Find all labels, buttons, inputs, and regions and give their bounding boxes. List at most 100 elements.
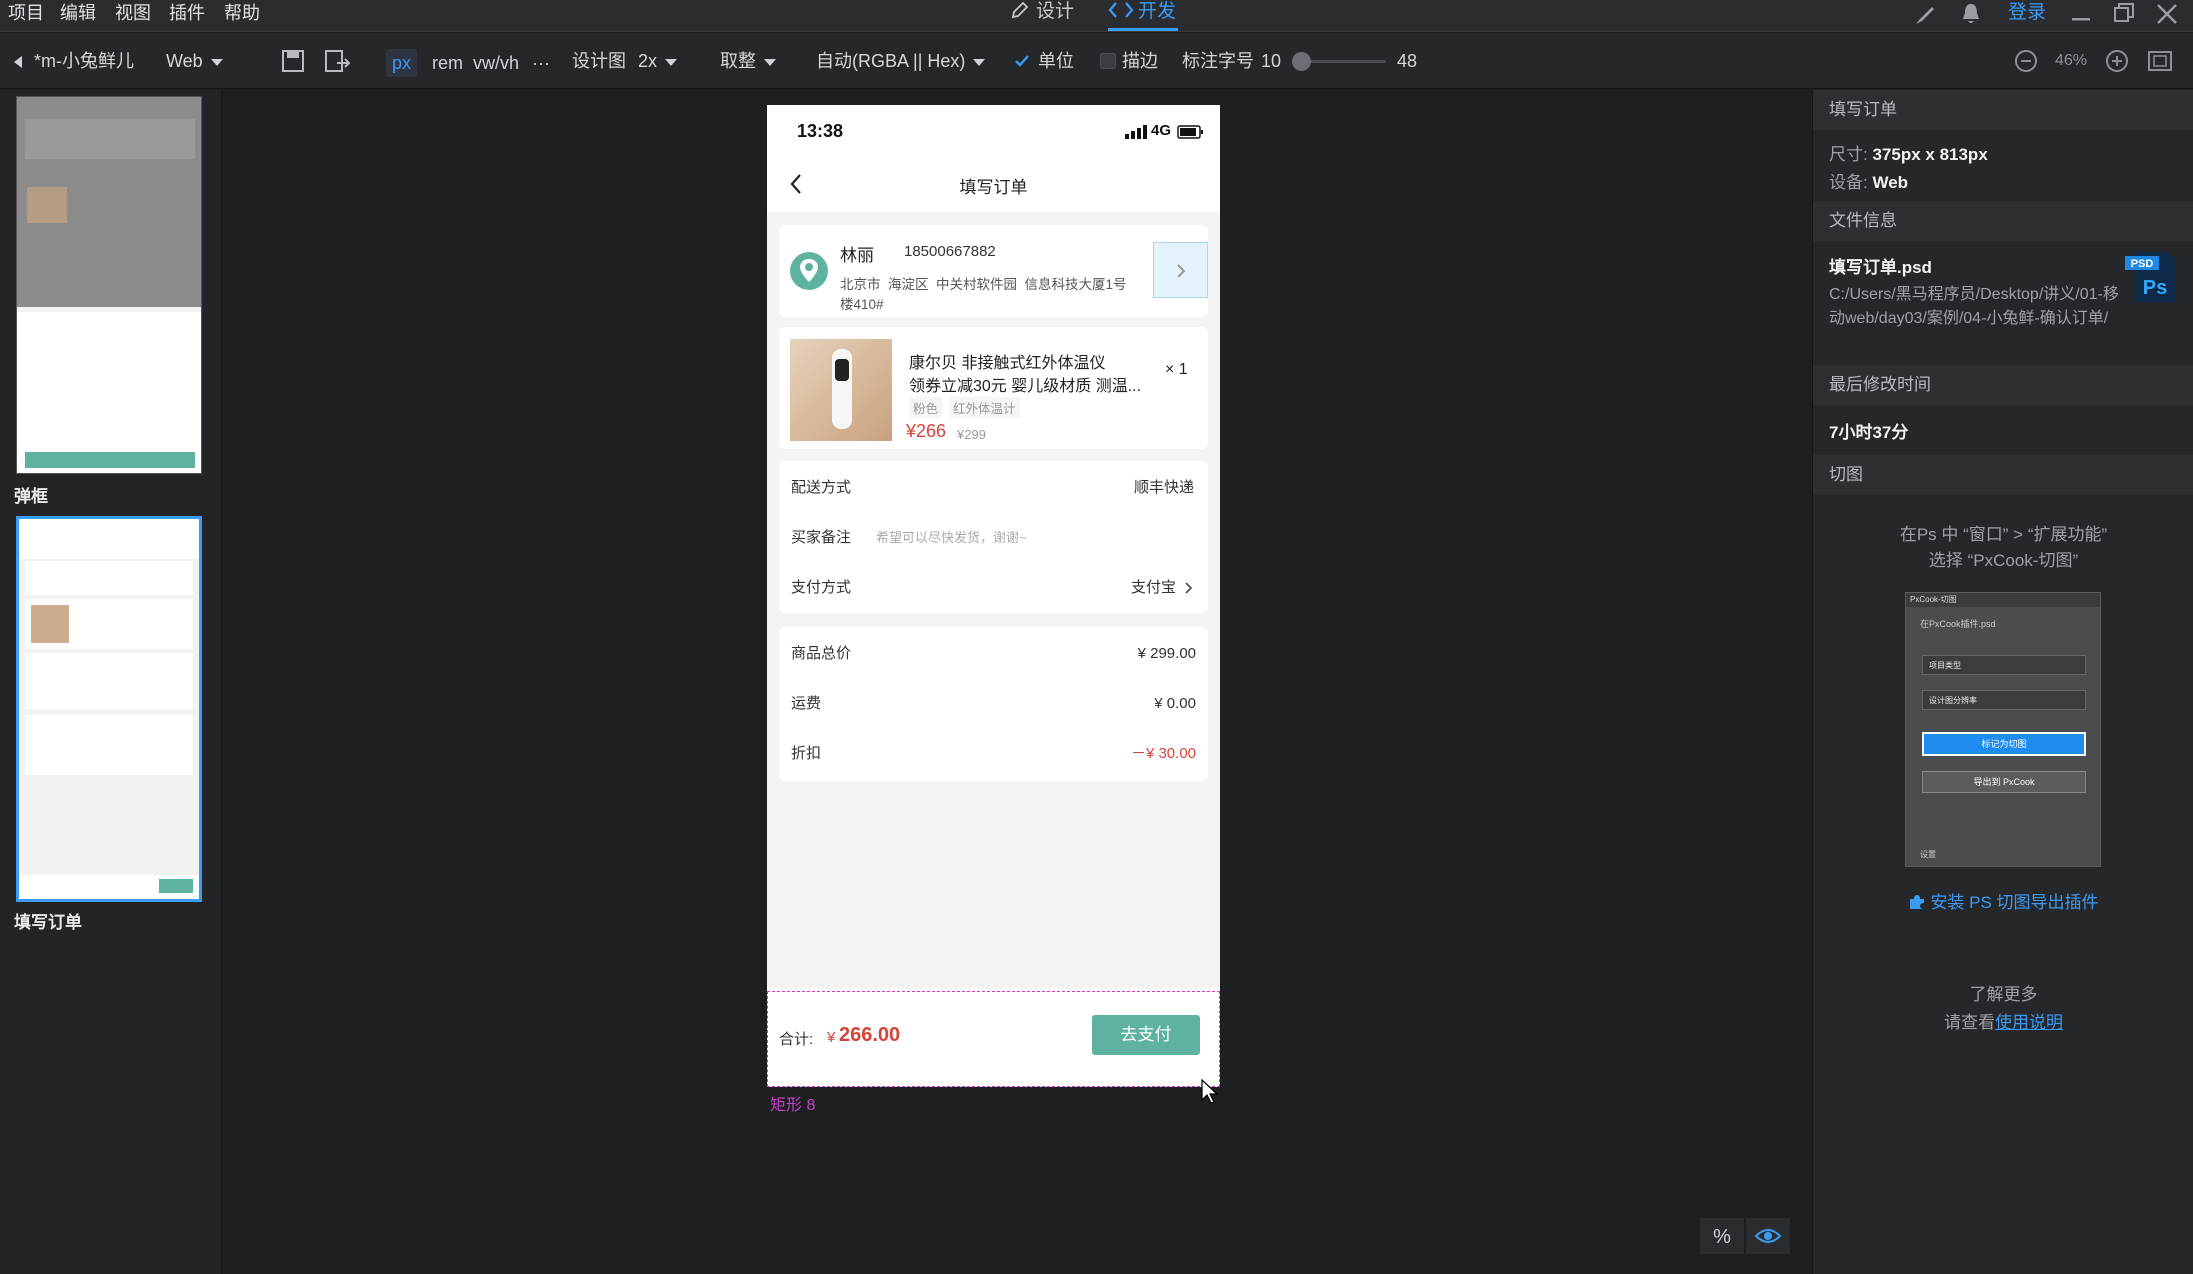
unit-rem[interactable]: rem	[426, 49, 469, 77]
bell-icon[interactable]	[1960, 2, 1982, 26]
project-name[interactable]: *m-小兔鲜儿	[34, 33, 134, 89]
restore-icon[interactable]	[2112, 2, 2136, 24]
chevron-right-icon	[1185, 582, 1193, 594]
address-arrow-button[interactable]	[1153, 242, 1208, 298]
zoom-out-icon[interactable]	[2013, 48, 2039, 74]
address-phone: 18500667882	[904, 243, 996, 260]
options-card: 配送方式 顺丰快递 买家备注 希望可以尽快发货，谢谢~ 支付方式 支付宝	[779, 461, 1208, 613]
freight-row: 运费 ¥ 0.00	[791, 679, 1196, 729]
battery-icon	[1177, 125, 1203, 139]
thumb-product-image	[27, 187, 67, 223]
product-original-price: ¥299	[957, 427, 986, 442]
color-format-select[interactable]: 自动(RGBA || Hex)	[816, 33, 986, 89]
svg-text:Ps: Ps	[2143, 277, 2167, 299]
eye-icon[interactable]	[1746, 1218, 1790, 1254]
phone-artboard[interactable]: 13:38 4G 填写订单 林丽 18500667882 北京市 海淀区 中关村…	[767, 105, 1220, 1087]
menu-item-help[interactable]: 帮助	[224, 0, 260, 32]
percent-icon[interactable]: %	[1700, 1218, 1744, 1254]
status-time: 13:38	[797, 121, 844, 141]
minimize-icon[interactable]	[2070, 4, 2092, 24]
see-label: 请查看	[1944, 1013, 1995, 1032]
menu-item-edit[interactable]: 编辑	[60, 0, 96, 32]
tab-design[interactable]: 设计	[1010, 0, 1074, 32]
collapse-left-icon[interactable]	[12, 55, 24, 69]
menu-item-view[interactable]: 视图	[115, 0, 151, 32]
install-plugin-link[interactable]: 安装 PS 切图导出插件	[1813, 888, 2193, 913]
shipping-row[interactable]: 配送方式 顺丰快递	[791, 463, 1196, 513]
export-icon[interactable]	[323, 48, 351, 74]
rounding-select[interactable]: 取整	[720, 33, 776, 89]
login-link[interactable]: 登录	[2008, 0, 2046, 26]
remark-input[interactable]: 希望可以尽快发货，谢谢~	[876, 513, 1027, 563]
plugin-preview-mark-button: 标记为切图	[1922, 732, 2086, 756]
status-bar: 13:38 4G	[767, 105, 1220, 155]
nav-title: 填写订单	[959, 178, 1028, 197]
nav-bar: 填写订单	[767, 155, 1220, 212]
artboard-thumbnail-order[interactable]	[16, 516, 202, 902]
address-card[interactable]: 林丽 18500667882 北京市 海淀区 中关村软件园 信息科技大厦1号 楼…	[779, 225, 1208, 317]
zoom-in-icon[interactable]	[2104, 48, 2130, 74]
menu-item-project[interactable]: 项目	[8, 0, 44, 32]
selected-layer-name: 矩形 8	[770, 1097, 816, 1114]
shipping-label: 配送方式	[791, 479, 852, 496]
platform-value: Web	[166, 51, 203, 71]
product-image	[790, 339, 892, 441]
platform-select[interactable]: Web	[166, 33, 223, 89]
discount-value: －¥ 30.00	[1130, 745, 1196, 762]
thumb-product-image	[31, 605, 69, 643]
modified-header: 最后修改时间	[1813, 365, 2193, 405]
plugin-preview-title: PxCook-切图	[1910, 595, 1957, 604]
close-icon[interactable]	[2155, 2, 2179, 26]
product-card[interactable]: 康尔贝 非接触式红外体温仪 领券立减30元 婴儿级材质 测温... 粉色 红外体…	[779, 327, 1208, 449]
signal-icon	[1125, 125, 1147, 139]
unit-px[interactable]: px	[386, 49, 418, 77]
size-label: 尺寸:	[1829, 145, 1868, 164]
payment-row[interactable]: 支付方式 支付宝	[791, 563, 1196, 613]
file-name-value: 填写订单.psd	[1829, 258, 1932, 277]
usage-line: 请查看使用说明	[1813, 1008, 2193, 1033]
shipping-value: 顺丰快递	[1133, 479, 1194, 496]
design-scale-value: 2x	[638, 51, 658, 71]
artboard-label-order[interactable]: 填写订单	[14, 908, 82, 933]
design-scale-select[interactable]: 2x	[638, 33, 678, 89]
fit-screen-icon[interactable]	[2147, 48, 2173, 74]
file-info-header: 文件信息	[1813, 201, 2193, 241]
usage-link[interactable]: 使用说明	[1995, 1013, 2063, 1032]
svg-text:%: %	[1713, 1226, 1731, 1248]
font-size-max: 48	[1397, 51, 1418, 71]
unit-vw-vh[interactable]: vw/vh	[467, 49, 525, 77]
size-value: 375px x 813px	[1872, 145, 1988, 164]
product-tag: 红外体温计	[949, 397, 1020, 418]
learn-more-text: 了解更多	[1969, 985, 2038, 1004]
unit-checkbox[interactable]	[1014, 53, 1030, 69]
more-units-button[interactable]: ···	[526, 49, 556, 77]
design-label: 设计图	[572, 51, 626, 71]
summary-card: 商品总价 ¥ 299.00 运费 ¥ 0.00 折扣 －¥ 30.00	[779, 627, 1208, 781]
remark-row[interactable]: 买家备注 希望可以尽快发货，谢谢~	[791, 513, 1196, 563]
save-icon[interactable]	[280, 48, 306, 74]
zoom-level: 46%	[2055, 52, 2088, 69]
chevron-down-icon	[210, 58, 223, 66]
font-size-min: 10	[1261, 51, 1282, 71]
toolbar: *m-小兔鲜儿 Web px rem vw/vh ··· 设计图 2x 取整 自…	[0, 33, 2193, 89]
unit-checkbox-label: 单位	[1038, 51, 1074, 71]
brush-icon[interactable]	[1913, 4, 1937, 26]
artboard-thumbnail-popup[interactable]	[16, 96, 202, 474]
slice-hint-line1: 在Ps 中 “窗口” > “扩展功能”	[1899, 525, 2108, 544]
plugin-preview-select2-label: 设计图分辨率	[1929, 696, 1977, 705]
stroke-checkbox-label: 描边	[1122, 51, 1158, 71]
plugin-preview-select1: 项目类型	[1922, 655, 2086, 675]
product-title-line2: 领券立减30元 婴儿级材质 测温...	[909, 378, 1142, 395]
font-size-slider-thumb[interactable]	[1292, 52, 1311, 71]
menu-item-plugins[interactable]: 插件	[169, 0, 205, 32]
artboard-label-popup[interactable]: 弹框	[14, 482, 48, 507]
plugin-preview-select2: 设计图分辨率	[1922, 690, 2086, 710]
freight-label: 运费	[791, 695, 822, 712]
rounding-value: 取整	[720, 51, 756, 71]
mouse-cursor-icon	[1201, 1078, 1219, 1104]
tab-design-label: 设计	[1036, 1, 1075, 22]
stroke-checkbox[interactable]	[1100, 53, 1116, 69]
info-panel: 填写订单 尺寸: 375px x 813px 设备: Web 文件信息 填写订单…	[1812, 90, 2193, 1274]
file-name: 填写订单.psd	[1829, 253, 1932, 278]
subtotal-row: 商品总价 ¥ 299.00	[791, 629, 1196, 679]
